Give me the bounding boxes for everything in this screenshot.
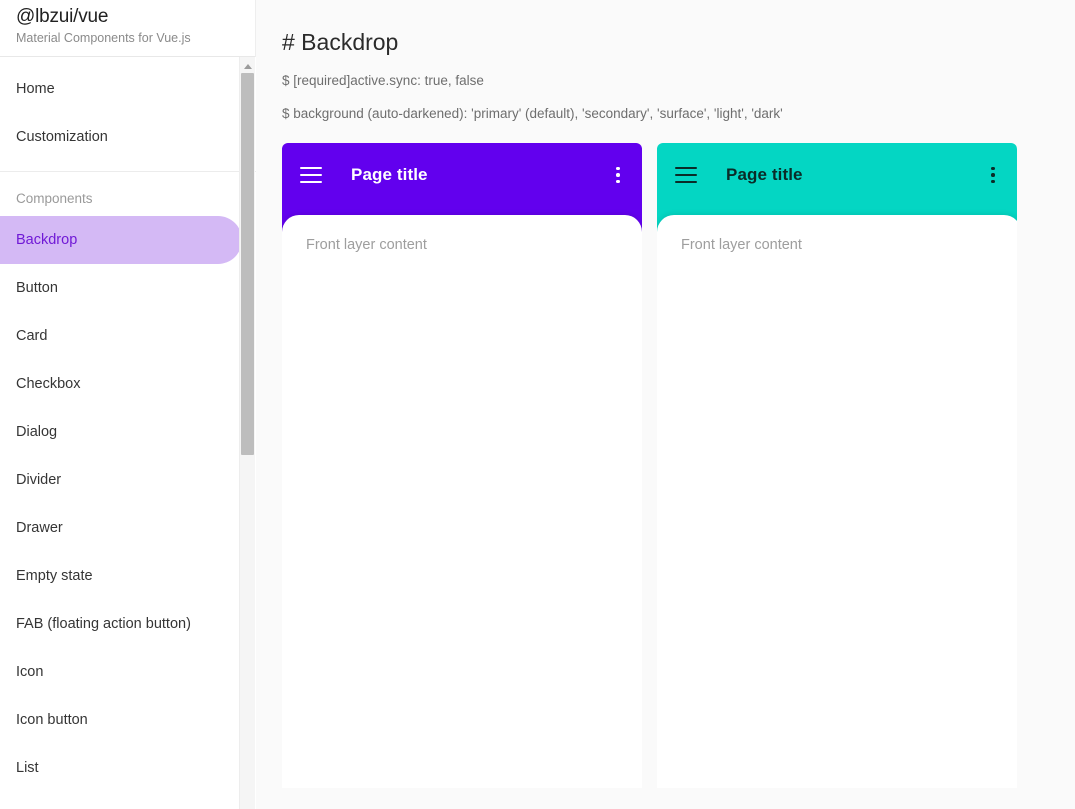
sidebar-item-list[interactable]: List — [0, 744, 242, 792]
sidebar-item-icon[interactable]: Icon — [0, 648, 242, 696]
sidebar-item-label: Home — [16, 81, 55, 97]
page-title: # Backdrop — [282, 29, 399, 55]
sidebar-item-label: Empty state — [16, 568, 93, 584]
backdrop-demo-primary: Page title Front layer content — [282, 143, 642, 788]
sidebar-item-label: Customization — [16, 129, 108, 145]
more-vert-icon[interactable] — [982, 163, 1004, 187]
app-bar: Page title — [282, 143, 642, 207]
brand-subtitle: Material Components for Vue.js — [16, 31, 191, 45]
prop-line-background: $ background (auto-darkened): 'primary' … — [282, 106, 783, 121]
demo-row: Page title Front layer content Page titl… — [282, 143, 1075, 788]
sidebar-item-label: Card — [16, 328, 48, 344]
sidebar-item-backdrop[interactable]: Backdrop — [0, 216, 242, 264]
sidebar-section-components: Components — [16, 190, 93, 206]
sidebar: @lbzui/vue Material Components for Vue.j… — [0, 0, 256, 809]
backdrop-demo-secondary: Page title Front layer content — [657, 143, 1017, 788]
more-vert-icon[interactable] — [607, 163, 629, 187]
sidebar-item-label: Drawer — [16, 520, 63, 536]
sidebar-brand-header: @lbzui/vue Material Components for Vue.j… — [0, 0, 255, 57]
front-layer: Front layer content — [282, 215, 642, 788]
main-content: # Backdrop $ [required]active.sync: true… — [256, 0, 1075, 809]
sidebar-components-group: Components Backdrop Button Card Checkbox… — [0, 172, 256, 809]
sidebar-item-home[interactable]: Home — [0, 65, 242, 113]
front-layer-text: Front layer content — [681, 237, 802, 253]
sidebar-scrollbar[interactable] — [239, 57, 255, 809]
sidebar-top-group: Home Customization — [0, 57, 256, 172]
scroll-up-arrow-icon[interactable] — [240, 59, 255, 73]
app-bar-title: Page title — [726, 165, 803, 184]
app-root: @lbzui/vue Material Components for Vue.j… — [0, 0, 1075, 809]
sidebar-item-customization[interactable]: Customization — [0, 113, 242, 161]
sidebar-item-checkbox[interactable]: Checkbox — [0, 360, 242, 408]
sidebar-item-drawer[interactable]: Drawer — [0, 504, 242, 552]
sidebar-item-label: Divider — [16, 472, 62, 488]
sidebar-item-button[interactable]: Button — [0, 264, 242, 312]
scrollbar-thumb[interactable] — [241, 73, 254, 455]
sidebar-item-dialog[interactable]: Dialog — [0, 408, 242, 456]
brand-title: @lbzui/vue — [16, 6, 109, 27]
app-bar-title: Page title — [351, 165, 428, 184]
front-layer-text: Front layer content — [306, 237, 427, 253]
sidebar-item-label: Button — [16, 280, 58, 296]
sidebar-nav: Home Customization Components Backdrop B… — [0, 57, 256, 809]
sidebar-item-label: Icon — [16, 664, 44, 680]
sidebar-item-label: Dialog — [16, 424, 58, 440]
sidebar-item-label: Checkbox — [16, 376, 81, 392]
sidebar-item-fab[interactable]: FAB (floating action button) — [0, 600, 242, 648]
sidebar-item-card[interactable]: Card — [0, 312, 242, 360]
sidebar-item-empty-state[interactable]: Empty state — [0, 552, 242, 600]
sidebar-item-label: List — [16, 760, 39, 776]
sidebar-item-label: FAB (floating action button) — [16, 616, 191, 632]
hamburger-menu-icon[interactable] — [300, 162, 326, 188]
front-layer: Front layer content — [657, 215, 1017, 788]
prop-line-active: $ [required]active.sync: true, false — [282, 73, 484, 88]
app-bar: Page title — [657, 143, 1017, 207]
hamburger-menu-icon[interactable] — [675, 162, 701, 188]
sidebar-item-icon-button[interactable]: Icon button — [0, 696, 242, 744]
sidebar-item-divider[interactable]: Divider — [0, 456, 242, 504]
sidebar-item-label: Icon button — [16, 712, 88, 728]
sidebar-item-radio[interactable]: Radio — [0, 792, 242, 809]
sidebar-item-label: Backdrop — [16, 232, 78, 248]
